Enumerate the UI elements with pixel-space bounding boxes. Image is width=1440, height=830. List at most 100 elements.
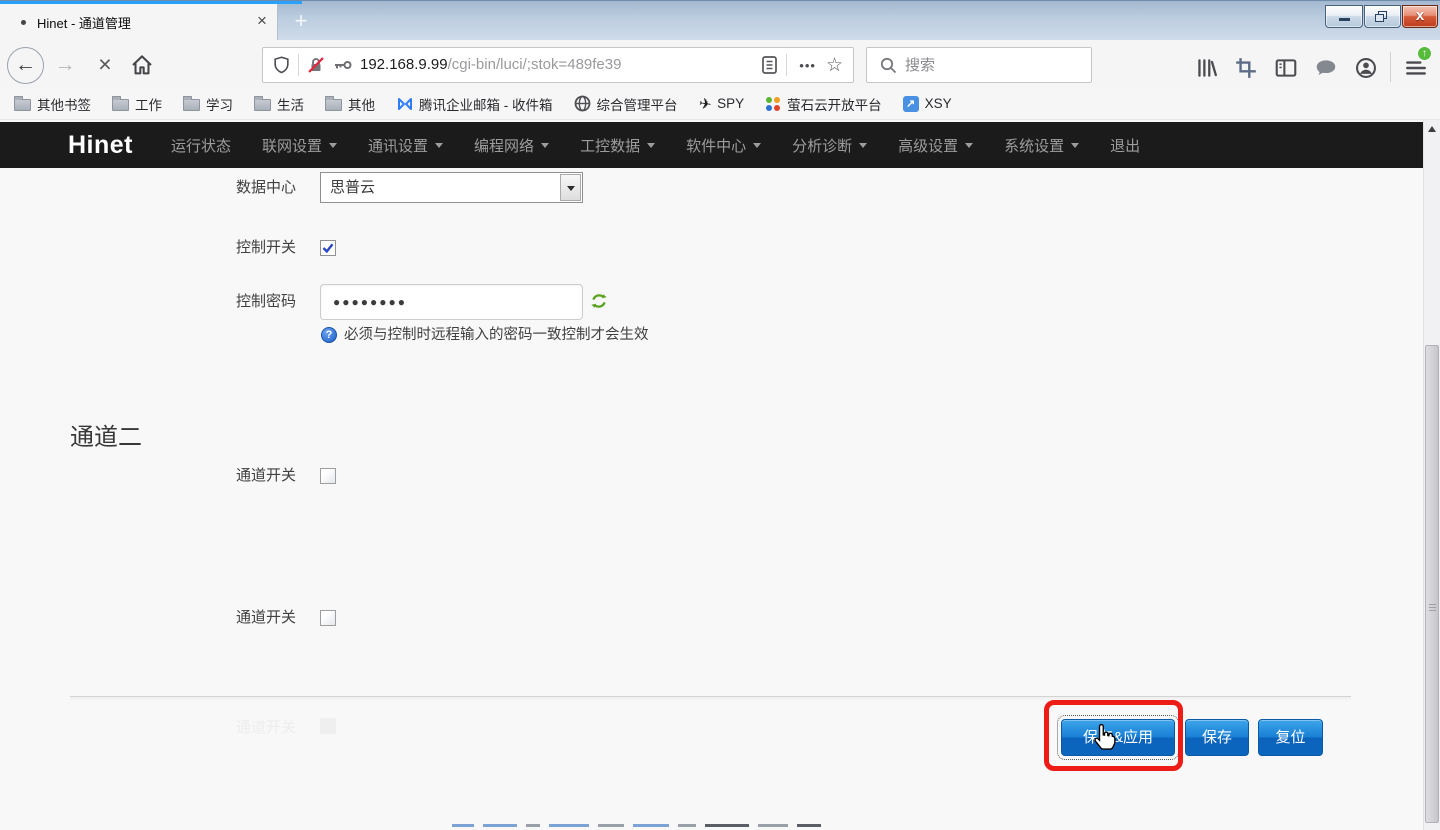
url-host: 192.168.9.99 (360, 56, 448, 73)
url-bar[interactable]: 192.168.9.99/cgi-bin/luci/;stok=489fe39 … (262, 47, 854, 83)
bookmark-folder-life[interactable]: 生活 (254, 94, 304, 114)
minimize-icon (1339, 18, 1350, 21)
exmail-icon (396, 95, 413, 112)
nav-item-comm-settings[interactable]: 通讯设置 (368, 135, 443, 156)
nav-item-diagnostics[interactable]: 分析诊断 (792, 135, 867, 156)
bookmark-exmail[interactable]: 腾讯企业邮箱 - 收件箱 (396, 94, 553, 114)
search-input[interactable] (905, 57, 1104, 74)
close-button[interactable]: x (1402, 5, 1438, 28)
bookmark-star-icon[interactable]: ☆ (820, 54, 853, 77)
forward-button[interactable]: → (52, 52, 78, 78)
bookmark-folder-study[interactable]: 学习 (183, 94, 233, 114)
stop-reload-button[interactable]: × (92, 51, 118, 77)
chevron-down-icon (1071, 143, 1079, 148)
close-icon: x (1403, 7, 1437, 24)
page-viewport: Hinet 运行状态 联网设置 通讯设置 编程网络 工控数据 软件中心 分析诊断… (0, 120, 1440, 830)
browser-tab[interactable]: Hinet - 通道管理 × (0, 1, 278, 41)
globe-icon (574, 95, 591, 112)
save-button[interactable]: 保存 (1185, 719, 1249, 756)
url-path: /cgi-bin/luci/;stok=489fe39 (448, 56, 622, 73)
tracking-shield-icon[interactable] (273, 56, 290, 74)
site-nav-bar: Hinet 运行状态 联网设置 通讯设置 编程网络 工控数据 软件中心 分析诊断… (0, 122, 1423, 168)
control-password-input[interactable]: ●●●●●●●● (320, 284, 583, 320)
password-hint-text: 必须与控制时远程输入的密码一致控制才会生效 (344, 326, 649, 344)
screenshot-icon[interactable] (1234, 56, 1258, 80)
bookmark-admin-platform[interactable]: 综合管理平台 (574, 94, 678, 114)
nav-item-network-settings[interactable]: 联网设置 (262, 135, 337, 156)
chevron-down-icon (435, 143, 443, 148)
home-button[interactable] (130, 53, 154, 77)
search-bar[interactable] (866, 47, 1092, 83)
nav-item-advanced-settings[interactable]: 高级设置 (898, 135, 973, 156)
password-refresh-icon[interactable] (590, 292, 608, 310)
sidebar-toggle-icon[interactable] (1274, 56, 1298, 80)
chevron-down-icon (329, 143, 337, 148)
channel3-switch-checkbox[interactable] (320, 610, 336, 626)
library-icon[interactable] (1194, 56, 1218, 80)
plane-icon: ✈ (697, 94, 712, 114)
scrollbar-grip (1429, 604, 1436, 613)
channel2-switch-checkbox[interactable] (320, 468, 336, 484)
channel2-switch-label: 通道开关 (0, 464, 296, 488)
nav-item-programming-network[interactable]: 编程网络 (474, 135, 549, 156)
reset-button[interactable]: 复位 (1258, 719, 1323, 756)
bookmark-ezviz[interactable]: 萤石云开放平台 (765, 94, 882, 114)
channel3-switch-label: 通道开关 (0, 606, 296, 630)
insecure-lock-icon[interactable] (307, 56, 325, 74)
search-icon (879, 56, 897, 74)
channel2-title: 通道二 (70, 417, 142, 452)
key-icon (333, 58, 352, 72)
scrollbar-thumb[interactable] (1425, 345, 1439, 823)
chevron-down-icon (541, 143, 549, 148)
titlebar: Hinet - 通道管理 × + x (0, 0, 1440, 40)
nav-item-industrial-data[interactable]: 工控数据 (580, 135, 655, 156)
chevron-down-icon (859, 143, 867, 148)
xsy-icon: ↗ (903, 96, 919, 112)
scrollbar-up-arrow[interactable] (1424, 120, 1440, 137)
vertical-scrollbar[interactable] (1423, 120, 1440, 830)
check-icon (321, 241, 335, 255)
control-switch-label: 控制开关 (0, 236, 296, 260)
bookmark-folder-other-bookmarks[interactable]: 其他书签 (14, 94, 91, 114)
nav-item-system-settings[interactable]: 系统设置 (1004, 135, 1079, 156)
back-button[interactable]: ← (7, 47, 44, 84)
chevron-down-icon (965, 143, 973, 148)
data-center-value: 思普云 (330, 173, 375, 202)
folder-icon (254, 99, 271, 111)
folder-icon (183, 99, 200, 111)
data-center-select[interactable]: 思普云 (320, 172, 583, 203)
bookmark-spy[interactable]: ✈ SPY (699, 95, 745, 113)
reader-mode-icon[interactable] (761, 55, 778, 75)
account-icon[interactable] (1354, 56, 1378, 80)
urlbar-separator (298, 54, 299, 76)
chevron-down-icon (647, 143, 655, 148)
control-password-label: 控制密码 (0, 284, 296, 320)
folder-icon (325, 99, 342, 111)
tab-favicon-dot (21, 20, 26, 25)
select-dropdown-button[interactable] (560, 174, 581, 201)
site-logo[interactable]: Hinet (68, 131, 133, 160)
tab-title: Hinet - 通道管理 (37, 13, 131, 32)
ezviz-icon (765, 96, 781, 112)
nav-item-software-center[interactable]: 软件中心 (686, 135, 761, 156)
bookmark-xsy[interactable]: ↗ XSY (903, 96, 952, 112)
folder-icon (14, 99, 31, 111)
nav-item-run-status[interactable]: 运行状态 (171, 135, 231, 156)
folder-icon (112, 99, 129, 111)
messages-bubble-icon[interactable] (1314, 56, 1338, 80)
footer-clipped-text (452, 824, 821, 828)
bookmark-folder-work[interactable]: 工作 (112, 94, 162, 114)
page-actions-button[interactable]: ••• (795, 58, 820, 73)
control-switch-checkbox[interactable] (320, 240, 336, 256)
tab-close-icon[interactable]: × (250, 9, 274, 33)
url-text[interactable]: 192.168.9.99/cgi-bin/luci/;stok=489fe39 (360, 55, 753, 75)
nav-item-logout[interactable]: 退出 (1110, 135, 1140, 156)
urlbar-separator (786, 54, 787, 76)
hand-cursor-icon (1091, 723, 1118, 752)
home-icon (130, 53, 154, 77)
minimize-button[interactable] (1325, 5, 1363, 28)
restore-button[interactable] (1364, 5, 1401, 28)
new-tab-button[interactable]: + (286, 9, 316, 35)
tab-accent-line (0, 1, 302, 4)
bookmark-folder-misc[interactable]: 其他 (325, 94, 375, 114)
